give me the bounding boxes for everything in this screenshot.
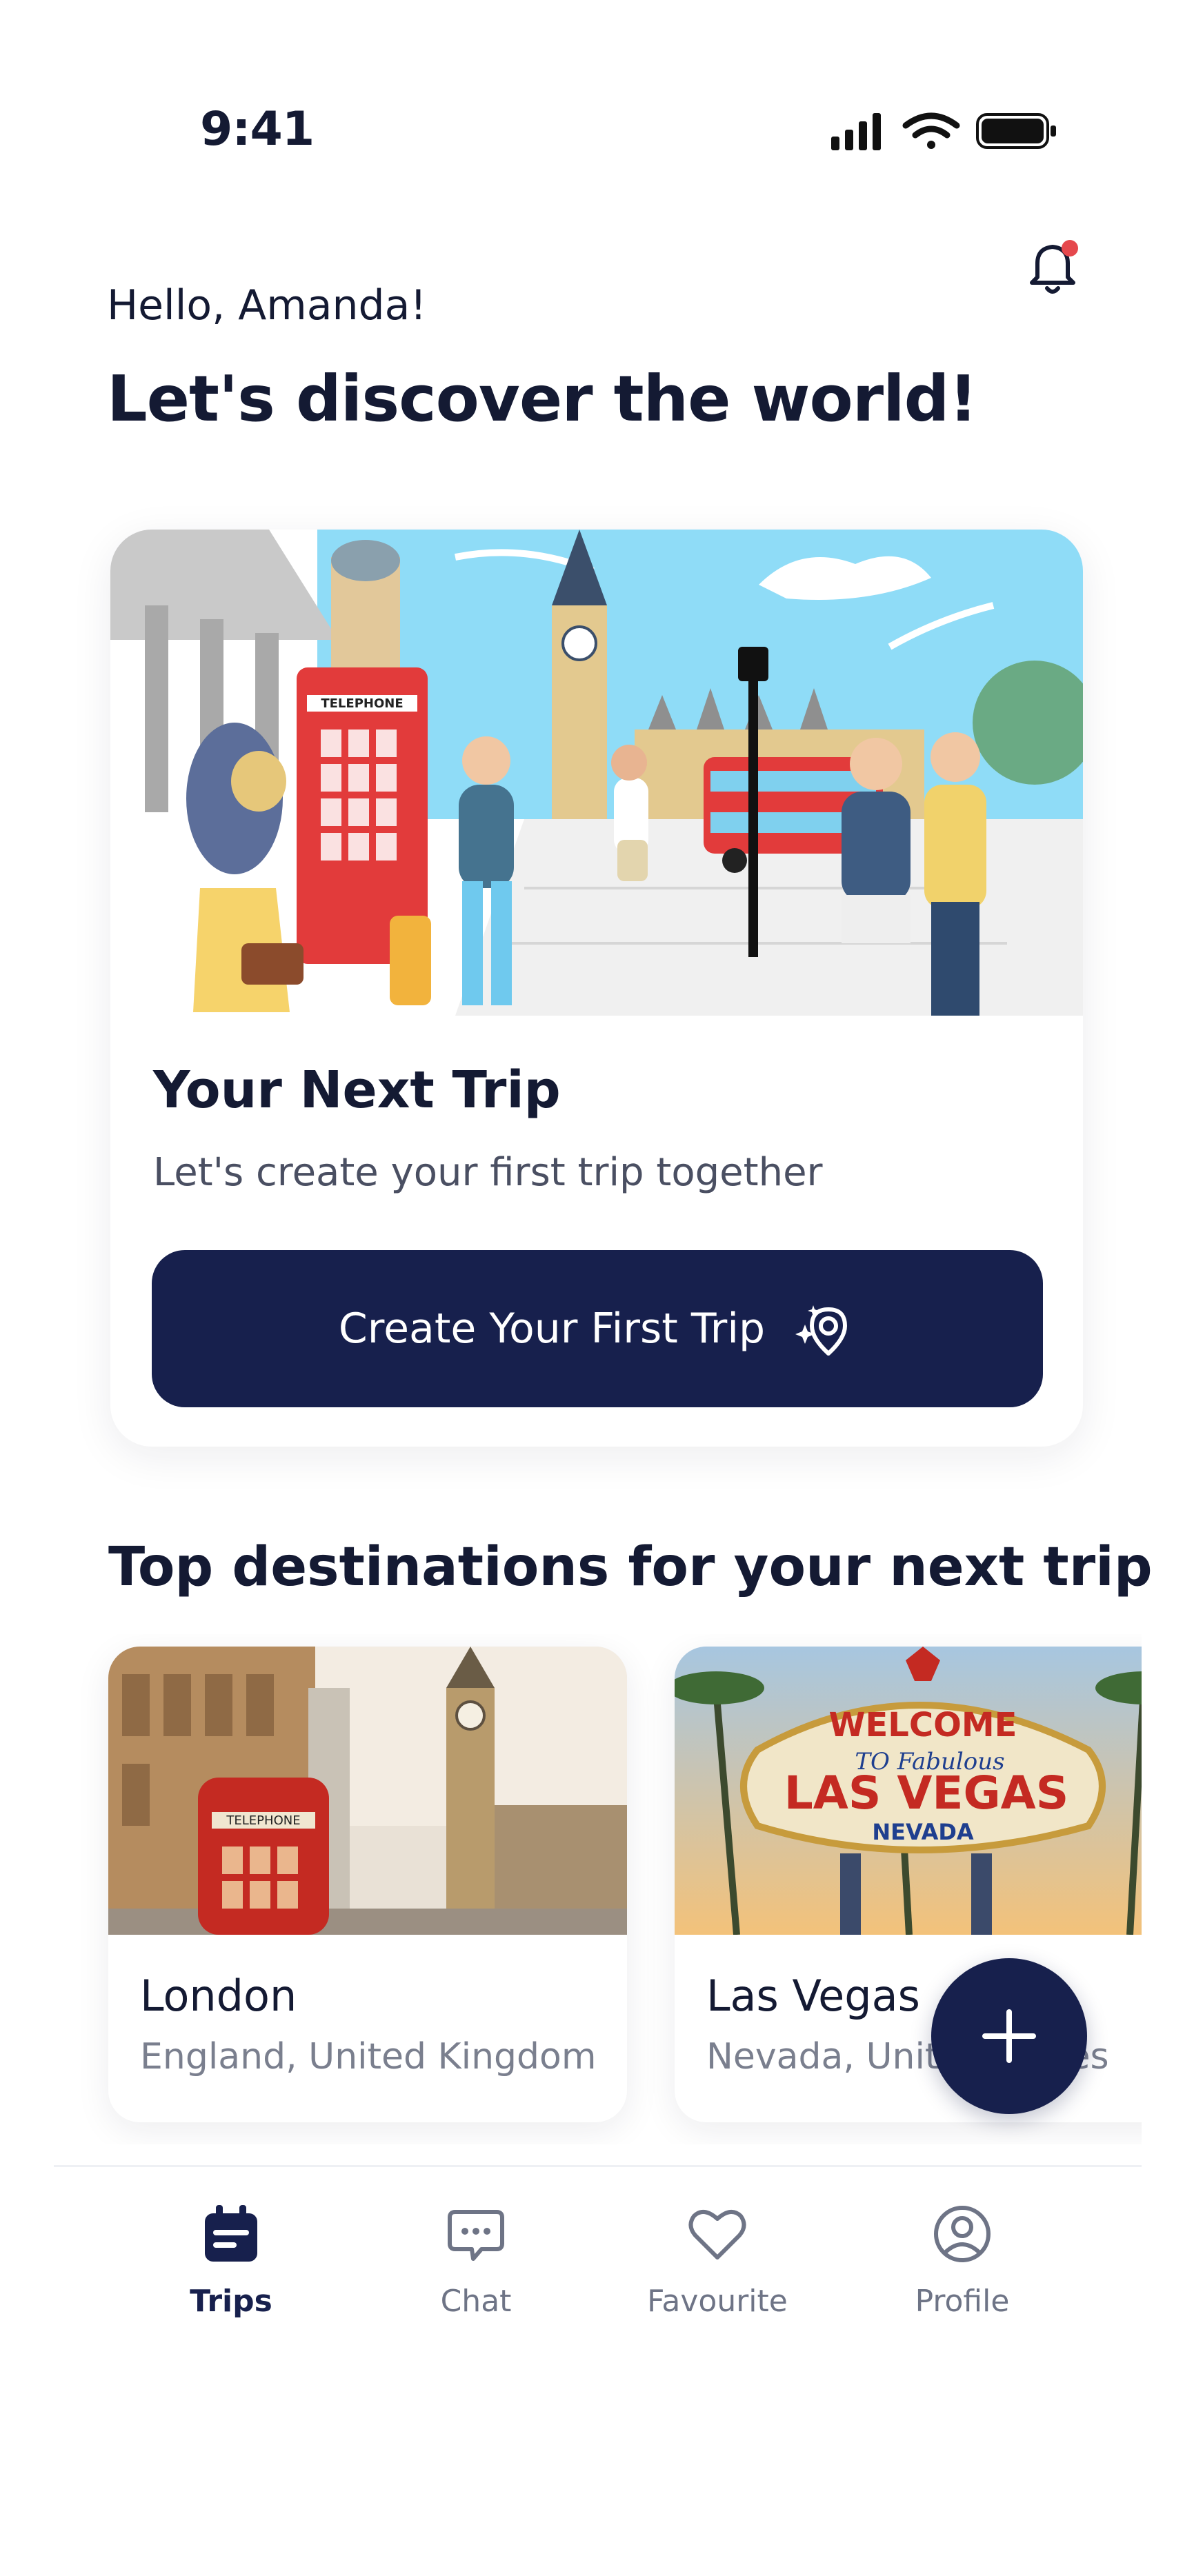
tab-trips[interactable]: Trips [121, 2200, 341, 2344]
next-trip-title: Your Next Trip [153, 1060, 561, 1120]
destination-name: London [140, 1971, 297, 2021]
svg-text:TELEPHONE: TELEPHONE [226, 1813, 300, 1828]
destination-location: England, United Kingdom [140, 2036, 597, 2077]
status-time: 9:41 [200, 102, 315, 157]
profile-icon [934, 2206, 991, 2262]
calendar-icon [205, 2205, 257, 2262]
chat-icon [448, 2210, 504, 2261]
status-icons [831, 112, 1056, 150]
tab-label: Trips [190, 2284, 272, 2319]
london-photo: TELEPHONE [108, 1647, 627, 1935]
create-first-trip-label: Create Your First Trip [338, 1305, 766, 1353]
tab-chat[interactable]: Chat [366, 2200, 586, 2344]
tab-label: Profile [915, 2284, 1010, 2319]
location-sparkle-icon [795, 1305, 848, 1356]
tab-label: Favourite [647, 2284, 788, 2319]
wifi-icon [902, 112, 960, 149]
notification-bell-icon[interactable] [1021, 234, 1087, 301]
tab-label: Chat [440, 2284, 512, 2319]
las-vegas-photo: WELCOME TO Fabulous LAS VEGAS NEVADA [675, 1647, 1142, 1935]
signal-icon [831, 113, 881, 150]
tab-profile[interactable]: Profile [852, 2200, 1073, 2344]
battery-icon [976, 113, 1056, 149]
destinations-section-title: Top destinations for your next trip [108, 1536, 1153, 1598]
greeting-text: Hello, Amanda! [107, 281, 427, 330]
svg-text:TELEPHONE: TELEPHONE [321, 696, 403, 711]
london-illustration: TELEPHONE [110, 530, 1083, 1016]
next-trip-subtitle: Let's create your first trip together [153, 1150, 823, 1195]
heart-icon [688, 2210, 746, 2260]
svg-text:LAS VEGAS: LAS VEGAS [784, 1767, 1069, 1820]
page-title: Let's discover the world! [107, 362, 977, 436]
next-trip-card: TELEPHONE Your Next Trip Let's create yo… [110, 530, 1083, 1447]
svg-text:WELCOME: WELCOME [829, 1706, 1017, 1744]
add-trip-fab[interactable] [931, 1958, 1087, 2114]
notification-dot [1062, 240, 1078, 256]
create-first-trip-button[interactable]: Create Your First Trip [152, 1250, 1043, 1407]
destination-name: Las Vegas [706, 1971, 920, 2021]
tab-favourite[interactable]: Favourite [607, 2200, 828, 2344]
tab-bar-divider [54, 2165, 1142, 2167]
destination-card-london[interactable]: TELEPHONE London England, United Kingdom [108, 1647, 627, 2122]
plus-icon [982, 2009, 1036, 2063]
svg-text:NEVADA: NEVADA [872, 1819, 974, 1845]
